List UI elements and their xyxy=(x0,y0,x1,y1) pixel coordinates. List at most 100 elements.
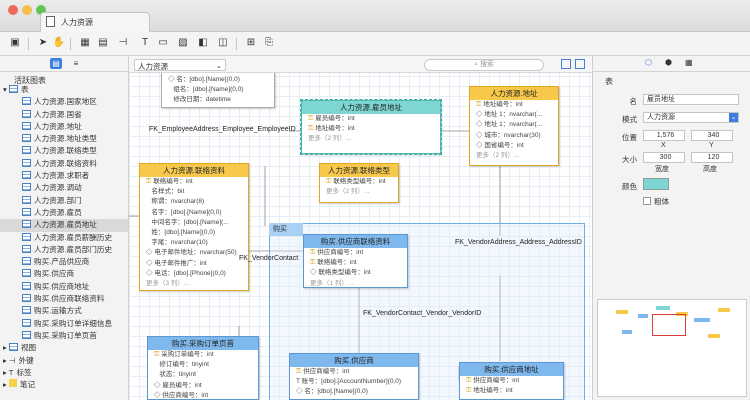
sidebar-table-item[interactable]: 人力资源.国家地区 xyxy=(0,96,128,108)
tree-group-notes[interactable]: ▸ 笔记 xyxy=(0,379,128,391)
entity-address[interactable]: 人力资源.地址 ⚿ 地址编号：int ◇ 地址 1：nvarchar(... ◇… xyxy=(469,86,559,166)
more-columns[interactable]: 更多（2 列）... xyxy=(302,134,440,144)
field-row: 名字：[dbo].[Name](0,0) xyxy=(151,208,222,216)
sidebar-table-item[interactable]: 人力资源.求职者 xyxy=(0,170,128,182)
sidebar-table-item[interactable]: 购买.采购订单详细信息 xyxy=(0,318,128,330)
color-label: 颜色 xyxy=(622,182,637,191)
entity-title: 人力资源.联络资料 xyxy=(140,164,248,177)
sidebar-table-item[interactable]: 人力资源.地址类型 xyxy=(0,133,128,145)
search-input[interactable]: ⌕ 搜索 xyxy=(424,59,544,71)
more-columns[interactable]: 更多（2 列）... xyxy=(320,187,398,197)
sidebar-table-item[interactable]: 购买.采购订单页首 xyxy=(0,330,128,342)
entity-contact-type[interactable]: 人力资源.联络类型 ⚿ 联络类型编号：int 更多（2 列）... xyxy=(319,163,399,203)
sidebar-table-item[interactable]: 人力资源.雇员薪酬历史 xyxy=(0,232,128,244)
pointer-icon[interactable]: ➤ xyxy=(36,36,50,50)
disclosure-open-icon[interactable]: ▾ xyxy=(3,85,7,94)
sidebar-table-item[interactable]: 人力资源.雇员部门历史 xyxy=(0,244,128,256)
sidebar-table-item[interactable]: 人力资源.部门 xyxy=(0,195,128,207)
object-tab-icon[interactable]: ⬡ xyxy=(645,58,652,67)
relation-icon[interactable]: ⊣ xyxy=(116,36,130,50)
field-row: ⚿ 供应商编号：int xyxy=(296,368,350,375)
entity-employee-address[interactable]: 人力资源.雇员地址 ⚿ 雇员编号：int ⚿ 地址编号：int 更多（2 列）.… xyxy=(300,99,442,155)
schema-select[interactable]: 人力资源 ⌄ xyxy=(643,112,739,123)
save-icon[interactable]: ▣ xyxy=(8,36,22,50)
sidebar-table-item[interactable]: 人力资源.国省 xyxy=(0,109,128,121)
field-row: ◇ 地址 1：nvarchar(... xyxy=(476,121,543,129)
field-row: ◇ 城市：nvarchar(30) xyxy=(476,131,541,139)
diagram-canvas[interactable]: 人力资源 ⌄ ⌕ 搜索 购买 ◇ 名：[dbo].[Name](0,0) 组名：[… xyxy=(129,56,592,400)
sidebar-table-item[interactable]: 购买.供应商 xyxy=(0,268,128,280)
entity-vendor-address[interactable]: 购买.供应商地址 ⚿ 供应商编号：int ⚿ 地址编号：int xyxy=(459,362,564,400)
layer-icon[interactable]: ◫ xyxy=(216,36,230,50)
view-icon[interactable]: ▤ xyxy=(96,36,110,50)
table-icon xyxy=(22,330,31,339)
sidebar-table-item[interactable]: 人力资源.联络资料 xyxy=(0,158,128,170)
close-window-button[interactable] xyxy=(8,5,18,15)
position-x-field[interactable]: 1,576 xyxy=(643,130,685,141)
tree-group-tables[interactable]: ▾ 表 xyxy=(0,84,128,96)
name-field[interactable]: 雇员地址 xyxy=(643,94,739,105)
sidebar-table-item[interactable]: 人力资源.联络类型 xyxy=(0,145,128,157)
position-y-field[interactable]: 340 xyxy=(691,130,733,141)
relation-label[interactable]: FK_VendorContact_Vendor_VendorID xyxy=(363,310,481,317)
grid-toggle-icon[interactable] xyxy=(561,59,571,69)
export-icon[interactable]: ⎘ xyxy=(262,36,276,50)
tree-group-foreign-keys[interactable]: ▸ ⊣ 外键 xyxy=(0,355,128,367)
more-columns[interactable]: 更多（1 列）... xyxy=(304,279,407,287)
width-field[interactable]: 300 xyxy=(643,152,685,163)
table-icon[interactable]: ▦ xyxy=(78,36,92,50)
table-icon xyxy=(22,195,31,204)
align-icon[interactable]: ⊞ xyxy=(244,36,258,50)
diagram-tab-icon[interactable]: ▦ xyxy=(685,58,693,67)
hand-icon[interactable]: ✋ xyxy=(52,36,66,50)
note-icon[interactable]: ▭ xyxy=(156,36,170,50)
minimap-viewport[interactable] xyxy=(652,314,686,336)
more-columns[interactable]: 更多（3 列）... xyxy=(140,279,248,289)
disclosure-closed-icon[interactable]: ▸ xyxy=(3,368,7,377)
entity-title: 购买.供应商联络资料 xyxy=(304,235,407,248)
panel-toggle-icon[interactable] xyxy=(575,59,585,69)
tree-group-views[interactable]: ▸ 视图 xyxy=(0,342,128,354)
tree-items: 人力资源.国家地区 人力资源.国省 人力资源.地址 人力资源.地址类型 人力资源.联络类… xyxy=(0,96,128,342)
sidebar-table-item[interactable]: 购买.运输方式 xyxy=(0,305,128,317)
sidebar-table-item[interactable]: 购买.供应商联络资料 xyxy=(0,293,128,305)
field-row: 修改日期：datetime xyxy=(173,96,231,104)
table-icon xyxy=(22,109,31,118)
style-tab-icon[interactable]: ⬢ xyxy=(665,58,672,67)
field-row: 称谓：nvarchar(8) xyxy=(151,198,205,206)
disclosure-closed-icon[interactable]: ▸ xyxy=(3,356,7,365)
sidebar-table-item[interactable]: 购买.供应商地址 xyxy=(0,281,128,293)
entity-vendor[interactable]: 购买.供应商 ⚿ 供应商编号：int T 账号：[dbo].[AccountNu… xyxy=(289,353,419,400)
entity-contact[interactable]: 人力资源.联络资料 ⚿ 联络编号：int 名样式：bit 称谓：nvarchar… xyxy=(139,163,249,291)
tree-group-labels[interactable]: ▸ T 标签 xyxy=(0,367,128,379)
minimize-window-button[interactable] xyxy=(22,5,32,15)
height-field[interactable]: 120 xyxy=(691,152,733,163)
relation-label[interactable]: FK_VendorContact xyxy=(239,255,298,262)
table-icon xyxy=(22,281,31,290)
sidebar-table-item[interactable]: 人力资源.雇员地址 xyxy=(0,219,128,232)
shape-icon[interactable]: ◧ xyxy=(196,36,210,50)
image-icon[interactable]: ▨ xyxy=(176,36,190,50)
relation-label[interactable]: FK_VendorAddress_Address_AddressID xyxy=(455,239,582,246)
color-swatch[interactable] xyxy=(643,178,669,190)
disclosure-closed-icon[interactable]: ▸ xyxy=(3,380,7,389)
entity-purchase-order-header[interactable]: 购买.采购订单页首 ⚿ 采购订单编号：int 修订编号：tinyint 状态：t… xyxy=(147,336,259,400)
schema-select[interactable]: 人力资源 ⌄ xyxy=(134,59,226,71)
sidebar-tabs: ▤ ≡ xyxy=(0,56,128,72)
sidebar-table-item[interactable]: 人力资源.雇员 xyxy=(0,207,128,219)
disclosure-closed-icon[interactable]: ▸ xyxy=(3,343,7,352)
minimap[interactable] xyxy=(597,299,747,397)
label-icon[interactable]: T xyxy=(138,36,152,50)
sidebar-table-item[interactable]: 购买.产品供应商 xyxy=(0,256,128,268)
layers-tab-icon[interactable]: ≡ xyxy=(70,58,82,69)
entity-vendor-contact[interactable]: 购买.供应商联络资料 ⚿ 供应商编号：int ⚿ 联络编号：int ◇ 联络类型… xyxy=(303,234,408,288)
bold-checkbox[interactable]: 粗体 xyxy=(643,196,669,207)
objects-tab-icon[interactable]: ▤ xyxy=(50,58,62,69)
sidebar-table-item[interactable]: 人力资源.地址 xyxy=(0,121,128,133)
relation-label[interactable]: FK_EmployeeAddress_Employee_EmployeeID xyxy=(149,126,296,133)
field-row: ◇ 国省编号：int xyxy=(476,141,524,149)
sidebar-table-item[interactable]: 人力资源.调动 xyxy=(0,182,128,194)
document-tab[interactable]: 人力资源 xyxy=(40,12,150,32)
more-columns[interactable]: 更多（2 列）... xyxy=(470,151,558,161)
object-sidebar: ▤ ≡ 活跃图表 ▾ 表 人力资源.国家地区 人力资源.国省 人力资源.地址 人力资源… xyxy=(0,56,129,400)
